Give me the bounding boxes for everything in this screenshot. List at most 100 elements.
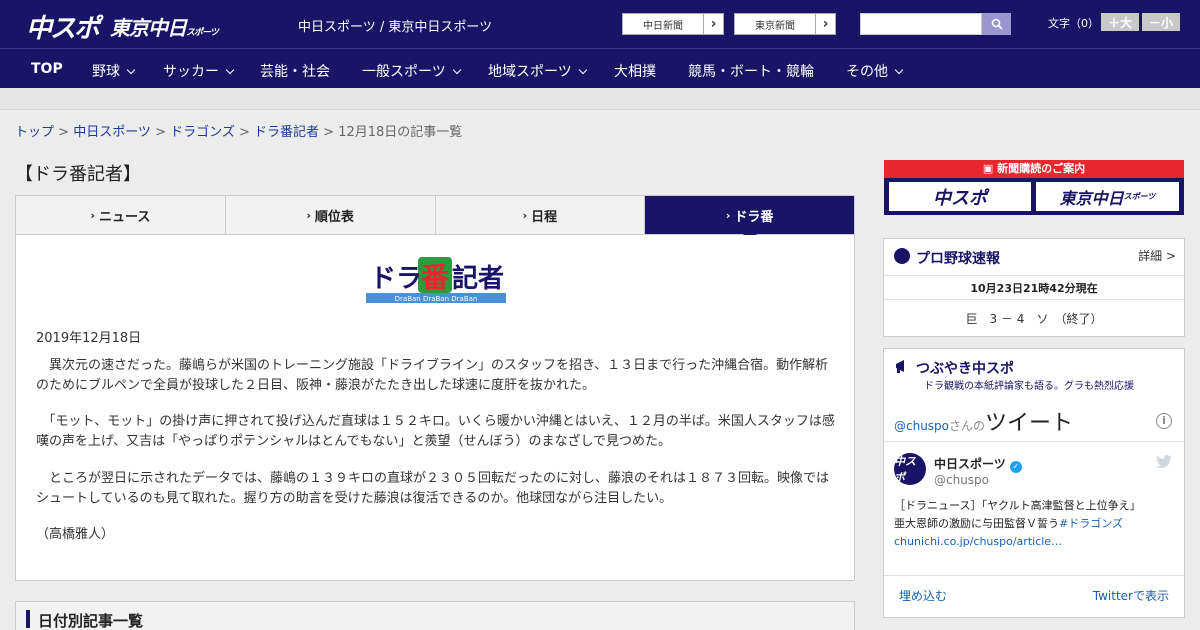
tokyo-logo-small: スポーツ <box>186 28 219 38</box>
chevron-down-icon <box>452 65 461 75</box>
breadcrumb: トップ > 中日スポーツ > ドラゴンズ > ドラ番記者 > 12月18日の記事… <box>15 121 462 140</box>
chevron-right-icon: › <box>815 14 835 34</box>
tweet-text-part: 亜大恩師の激励に与田監督Ｖ誓う <box>894 517 1059 530</box>
nav-item-general-sports[interactable]: 一般スポーツ <box>362 61 461 81</box>
search-input[interactable] <box>860 13 982 35</box>
chevron-right-icon: › <box>306 208 311 222</box>
breadcrumb-current: 12月18日の記事一覧 <box>338 125 463 140</box>
view-on-twitter-link[interactable]: Twitterで表示 <box>1093 587 1169 604</box>
tab-schedule[interactable]: › 日程 <box>436 196 646 234</box>
tweet-text-line: 亜大恩師の激励に与田監督Ｖ誓う#ドラゴンズ <box>894 515 1174 533</box>
date-article-list: 日付別記事一覧 <box>15 601 855 630</box>
tab-news[interactable]: › ニュース <box>16 196 226 234</box>
tab-label: ニュース <box>98 209 151 225</box>
tab-label: 日程 <box>531 209 558 225</box>
breadcrumb-sep: > <box>234 125 255 140</box>
promo-tokyo-small: スポーツ <box>1123 192 1156 201</box>
nav-label: 野球 <box>92 64 120 80</box>
tab-label: 順位表 <box>314 209 354 225</box>
section-tabs: › ニュース › 順位表 › 日程 › ドラ番 <box>15 195 855 241</box>
chevron-down-icon <box>578 65 587 75</box>
subscription-title: ▣ 新聞購読のご案内 <box>884 160 1184 178</box>
twitter-bird-icon[interactable] <box>1156 455 1172 473</box>
article-body: DraBan DraBan DraBan ドラ 番 記者 2019年12月18日… <box>15 235 855 581</box>
subscription-banner[interactable]: ▣ 新聞購読のご案内 中スポ 東京中日 スポーツ <box>884 160 1184 215</box>
tweets-header: @chuspoさんのツイート <box>894 405 1073 437</box>
nav-label: 一般スポーツ <box>362 64 446 80</box>
article-date: 2019年12月18日 <box>36 331 142 346</box>
nav-item-racing[interactable]: 競馬・ボート・競輪 <box>688 61 814 81</box>
breadcrumb-link-draban[interactable]: ドラ番記者 <box>254 125 319 140</box>
chevron-right-icon: › <box>90 208 95 222</box>
breadcrumb-link-top[interactable]: トップ <box>15 125 54 140</box>
baseball-widget-title: プロ野球速報 <box>916 251 1000 267</box>
nav-item-baseball[interactable]: 野球 <box>92 61 136 81</box>
article-paragraph: 「モット、モット」の掛け声に押されて投げ込んだ直球は１５２キロ。いくら暖かい沖縄… <box>36 414 835 449</box>
main-nav: TOP 野球 サッカー 芸能・社会 一般スポーツ 地域スポーツ 大相撲 競馬・ボ… <box>0 48 1200 88</box>
chevron-right-icon: › <box>522 208 528 222</box>
tab-label: ドラ番 <box>734 209 774 225</box>
search-button[interactable] <box>982 13 1011 35</box>
divider <box>884 441 1184 442</box>
nav-item-entertainment[interactable]: 芸能・社会 <box>260 61 330 81</box>
baseball-score-widget: プロ野球速報 詳細 > 10月23日21時42分現在 巨 3 － 4 ソ （終了… <box>883 238 1185 337</box>
breadcrumb-link-dragons[interactable]: ドラゴンズ <box>170 125 235 140</box>
tab-draban[interactable]: › ドラ番 <box>645 196 854 241</box>
chevron-down-icon <box>126 65 136 75</box>
tweet-link[interactable]: chunichi.co.jp/chuspo/article… <box>894 533 1174 551</box>
tweets-header-word: ツイート <box>985 411 1074 436</box>
avatar[interactable]: 中スポ <box>894 453 926 485</box>
font-bigger-button[interactable]: ＋大 <box>1101 13 1139 31</box>
chunichi-shimbun-link[interactable]: 中日新聞 › <box>622 13 724 35</box>
chevron-right-icon: › <box>703 14 723 34</box>
tokyo-link-label: 東京新聞 <box>755 20 795 32</box>
font-size-label: 文字（0） <box>1048 17 1099 30</box>
chuspo-logo[interactable]: 中スポ <box>26 8 100 45</box>
verified-icon: ✓ <box>1009 461 1022 473</box>
tweet-hashtag[interactable]: #ドラゴンズ <box>1059 517 1123 530</box>
divider <box>884 575 1184 576</box>
nav-label: 芸能・社会 <box>260 64 330 80</box>
tokyo-shimbun-link[interactable]: 東京新聞 › <box>734 13 836 35</box>
page-title: 【ドラ番記者】 <box>15 164 141 185</box>
nav-item-top[interactable]: TOP <box>31 61 63 77</box>
nav-label: 地域スポーツ <box>488 64 572 80</box>
baseball-icon <box>894 248 910 264</box>
nav-item-soccer[interactable]: サッカー <box>163 61 235 81</box>
subscription-title-text: 新聞購読のご案内 <box>997 162 1086 175</box>
draban-logo-graphic: DraBan DraBan DraBan ドラ 番 記者 <box>366 257 506 303</box>
divider <box>884 299 1184 300</box>
tab-standings[interactable]: › 順位表 <box>226 196 436 234</box>
nav-label: サッカー <box>163 64 219 80</box>
nav-item-other[interactable]: その他 <box>846 61 904 81</box>
info-icon[interactable]: i <box>1156 413 1172 429</box>
twitter-widget-title: つぶやき中スポ <box>916 361 1014 377</box>
tokyo-chunichi-logo[interactable]: 東京中日スポーツ <box>110 12 219 41</box>
twitter-widget: つぶやき中スポ ドラ観戦の本紙評論家も語る。グラも熱烈応援 @chuspoさんの… <box>883 348 1185 618</box>
nav-item-local-sports[interactable]: 地域スポーツ <box>488 61 587 81</box>
article-byline: （高橋雅人） <box>36 527 115 542</box>
tweet-author-name[interactable]: 中日スポーツ ✓ <box>934 455 1022 473</box>
embed-link[interactable]: 埋め込む <box>899 587 947 604</box>
font-smaller-button[interactable]: －小 <box>1142 13 1180 31</box>
baseball-detail-link[interactable]: 詳細 > <box>1138 247 1176 264</box>
baseball-game-score[interactable]: 巨 3 － 4 ソ （終了） <box>884 310 1184 327</box>
draban-logo-dora: ドラ <box>370 264 422 294</box>
draban-logo: DraBan DraBan DraBan ドラ 番 記者 <box>366 255 506 307</box>
search-icon <box>991 18 1003 30</box>
twitter-handle-link[interactable]: @chuspo <box>894 419 949 433</box>
subscribe-chuspo-button[interactable]: 中スポ <box>889 182 1031 211</box>
draban-logo-sub: DraBan DraBan DraBan <box>395 295 478 303</box>
tweet-text: ［ドラニュース］「ヤクルト高津監督と上位争え」 亜大恩師の激励に与田監督Ｖ誓う#… <box>894 497 1174 551</box>
subscribe-tokyo-button[interactable]: 東京中日 スポーツ <box>1036 182 1179 211</box>
nav-item-sumo[interactable]: 大相撲 <box>614 61 656 81</box>
breadcrumb-link-chuspo[interactable]: 中日スポーツ <box>73 125 151 140</box>
site-title: 中日スポーツ / 東京中日スポーツ <box>298 20 493 35</box>
newspaper-icon: ▣ <box>982 162 998 175</box>
date-article-list-title: 日付別記事一覧 <box>38 612 144 630</box>
nav-label: 競馬・ボート・競輪 <box>688 64 814 80</box>
megaphone-icon <box>894 357 912 379</box>
chevron-down-icon <box>894 65 904 75</box>
tweet-author-text: 中日スポーツ <box>934 457 1006 471</box>
tweet-author-handle[interactable]: @chuspo <box>934 473 989 487</box>
